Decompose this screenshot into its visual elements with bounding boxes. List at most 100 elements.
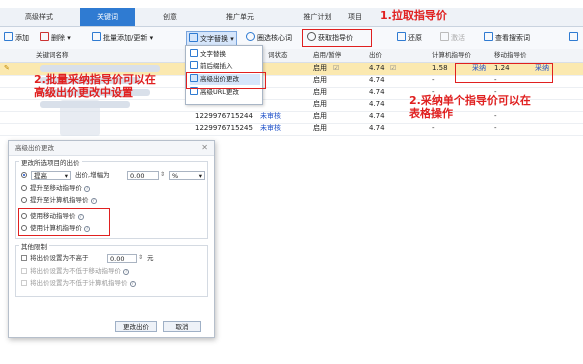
activate-icon (440, 32, 449, 41)
add-button[interactable]: 添加 (4, 31, 29, 45)
mode-select[interactable]: 提高 ▾ (31, 171, 71, 180)
tab-ad-unit[interactable]: 推广单元 (205, 8, 275, 26)
delete-button[interactable]: 删除 ▾ (40, 31, 71, 45)
status-cell: 未审核 (260, 112, 281, 120)
tab-keywords[interactable]: 关键词 (80, 8, 135, 26)
increase-input[interactable]: 0.00 (127, 171, 159, 180)
raise-mobile-label: 提升至移动指导价 (30, 184, 82, 192)
search-terms-icon (484, 32, 493, 41)
radio-raise-pc[interactable]: 提升至计算机指导价? (21, 196, 97, 205)
toolbar: 添加 删除 ▾ 批量添加/更新 ▾ 文字替换 ▾ 圈选核心词 获取指导价 还原 … (0, 27, 583, 50)
help-icon[interactable]: ? (129, 281, 136, 287)
limit-max-checkbox[interactable]: 将出价设置为不高于 (21, 254, 89, 263)
delete-icon (40, 32, 49, 41)
activate-label: 激活 (451, 34, 465, 42)
raise-pc-label: 提升至计算机指导价 (30, 196, 89, 204)
menu-label: 前后缀插入 (200, 62, 233, 70)
header-pc-guide[interactable]: 计算机指导价 (432, 49, 471, 62)
mode-select-value: 提高 (34, 172, 47, 180)
insert-icon (190, 61, 198, 69)
menu-label: 高级URL更改 (200, 88, 239, 96)
chevron-down-icon: ▾ (64, 172, 68, 180)
enable-cell: 启用 (313, 64, 327, 72)
enable-cell: 启用 (313, 112, 327, 120)
limit-pc-checkbox[interactable]: 将出价设置为不低于计算机指导价? (21, 279, 136, 288)
limit-mobile-checkbox[interactable]: 将出价设置为不低于移动指导价? (21, 267, 129, 276)
more-button[interactable] (569, 31, 580, 45)
circle-select-icon (246, 32, 255, 41)
radio-raise-mobile[interactable]: 提升至移动指导价? (21, 184, 90, 193)
pc-guide-cell: 1.58 (432, 64, 448, 72)
restore-icon (397, 32, 406, 41)
activate-button[interactable]: 激活 (440, 31, 465, 45)
bid-group-legend: 更改所选项目的出价 (19, 157, 82, 167)
pc-guide-cell: - (432, 124, 435, 132)
header-bid[interactable]: 出价 (369, 49, 382, 62)
text-icon (190, 49, 198, 57)
bid-edit-icon[interactable]: ☑ (390, 63, 396, 74)
edit-icon[interactable]: ☑ (333, 63, 339, 74)
menu-item-text-replace[interactable]: 文字替换 (190, 49, 260, 60)
increase-label: 出价,增幅为 (75, 171, 110, 179)
tab-creative[interactable]: 创意 (140, 8, 200, 26)
limit-mobile-label: 将出价设置为不低于移动指导价 (30, 267, 121, 275)
header-status[interactable]: 词状态 (268, 49, 288, 62)
keyword-id-cell: 1229976715244 (195, 112, 253, 120)
radio-increase[interactable] (21, 171, 30, 180)
tab-bar: 高级样式 关键词 创意 推广单元 推广计划 项目 (0, 8, 583, 27)
close-icon[interactable]: ✕ (201, 141, 208, 155)
view-search-terms-label: 查看搜索词 (495, 34, 530, 42)
status-cell: 未审核 (260, 124, 281, 132)
annotation-step2-line2: 高级出价更改中设置 (34, 86, 133, 99)
help-icon[interactable]: ? (123, 269, 129, 275)
add-label: 添加 (15, 34, 29, 42)
enable-cell: 启用 (313, 76, 327, 84)
header-enable[interactable]: 启用/暂停 (313, 49, 341, 62)
blurred-region (60, 100, 100, 136)
view-search-terms-button[interactable]: 查看搜索词 (484, 31, 530, 45)
annotation-step2-line1: 2.批量采纳指导价可以在 (34, 73, 156, 86)
limit-max-label: 将出价设置为不高于 (30, 254, 89, 262)
checkbox-icon (21, 268, 27, 274)
dialog-title: 高级出价更改 (15, 144, 54, 152)
delete-label: 删除 (51, 34, 65, 42)
stepper-icon[interactable]: ⇕ (160, 171, 165, 178)
menu-item-prefix-suffix[interactable]: 前后缀插入 (190, 61, 260, 72)
header-mobile-guide[interactable]: 移动指导价 (494, 49, 527, 62)
restore-button[interactable]: 还原 (397, 31, 422, 45)
keyword-id-cell: 1229976715245 (195, 124, 253, 132)
more-icon (569, 32, 578, 41)
keyword-blurred (40, 65, 160, 72)
highlight-get-guide-price (302, 29, 372, 47)
cancel-button[interactable]: 取消 (163, 321, 201, 332)
dialog-titlebar: 高级出价更改 ✕ (9, 141, 214, 156)
highlight-use-guide (18, 208, 110, 236)
stepper-icon[interactable]: ⇕ (138, 254, 143, 261)
radio-icon (21, 185, 27, 191)
add-icon (4, 32, 13, 41)
mobile-guide-cell: - (494, 124, 497, 132)
restore-label: 还原 (408, 34, 422, 42)
core-words-label: 圈选核心词 (257, 34, 292, 42)
header-keyword[interactable]: 关键词名称 (36, 49, 69, 62)
core-words-button[interactable]: 圈选核心词 (246, 31, 292, 45)
batch-add-update-button[interactable]: 批量添加/更新 ▾ (92, 31, 153, 45)
mobile-guide-cell: - (494, 76, 497, 84)
bid-cell: 4.74 (369, 100, 385, 108)
edit-pencil-icon[interactable]: ✎ (4, 63, 10, 74)
limit-max-input[interactable]: 0.00 (107, 254, 137, 263)
help-icon[interactable]: ? (84, 186, 90, 192)
enable-cell: 启用 (313, 88, 327, 96)
tab-advanced-style[interactable]: 高级样式 (0, 8, 78, 26)
bid-cell: 4.74 (369, 88, 385, 96)
radio-icon (21, 197, 27, 203)
batch-icon (92, 32, 101, 41)
bid-cell: 4.74 (369, 124, 385, 132)
enable-cell: 启用 (313, 100, 327, 108)
unit-select[interactable]: % ▾ (169, 171, 205, 180)
tab-project[interactable]: 项目 (335, 8, 375, 26)
pc-guide-cell: - (432, 76, 435, 84)
change-bid-button[interactable]: 更改出价 (115, 321, 157, 332)
help-icon[interactable]: ? (90, 198, 97, 204)
annotation-step2b-line2: 表格操作 (409, 107, 453, 120)
